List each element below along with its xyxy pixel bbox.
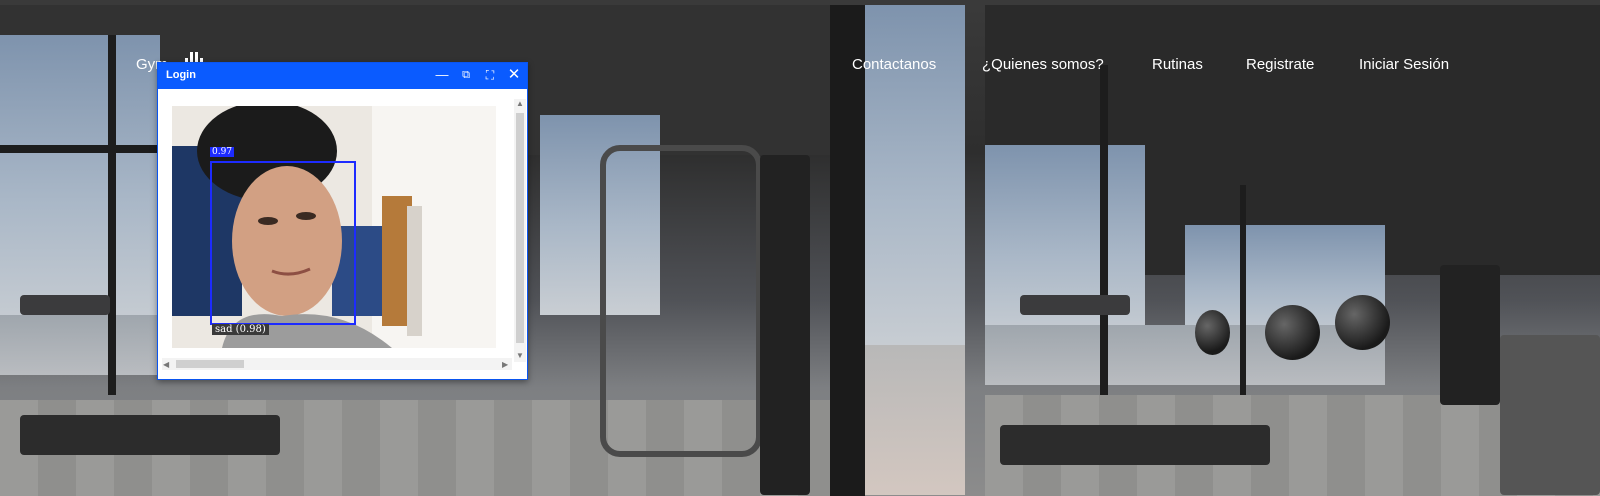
nav-link-iniciar-sesion[interactable]: Iniciar Sesión [1359, 56, 1449, 73]
restore-icon[interactable]: ⧉ [458, 67, 474, 83]
nav-link-contactanos[interactable]: Contactanos [852, 56, 936, 73]
vertical-scroll-thumb[interactable] [516, 113, 524, 343]
login-window-titlebar[interactable]: Login — ⧉ ⛶ ✕ [158, 63, 527, 89]
vertical-scrollbar[interactable]: ▲ ▼ [514, 99, 526, 362]
webcam-feed: 0.97 sad (0.98) [172, 106, 496, 348]
horizontal-scrollbar[interactable]: ◀ ▶ [162, 358, 512, 370]
minimize-icon[interactable]: — [434, 67, 450, 83]
login-window-title: Login [166, 69, 196, 81]
nav-link-registrate[interactable]: Registrate [1246, 56, 1314, 73]
nav-link-rutinas[interactable]: Rutinas [1152, 56, 1203, 73]
scroll-right-icon[interactable]: ▶ [502, 360, 508, 369]
fullscreen-icon[interactable]: ⛶ [482, 67, 498, 83]
emotion-label: sad (0.98) [212, 324, 269, 335]
horizontal-scroll-thumb[interactable] [176, 360, 244, 368]
scroll-down-icon[interactable]: ▼ [516, 351, 524, 360]
login-window: Login — ⧉ ⛶ ✕ 0.97 sad (0.98) ▲ ▼ ◀ ▶ [157, 62, 528, 380]
scroll-up-icon[interactable]: ▲ [516, 99, 524, 108]
nav-link-quienes-somos[interactable]: ¿Quienes somos? [982, 56, 1104, 73]
face-bounding-box [210, 161, 356, 325]
scroll-left-icon[interactable]: ◀ [163, 360, 169, 369]
close-icon[interactable]: ✕ [506, 67, 522, 83]
detection-confidence: 0.97 [210, 147, 235, 157]
login-window-body: 0.97 sad (0.98) ▲ ▼ ◀ ▶ [158, 89, 527, 379]
